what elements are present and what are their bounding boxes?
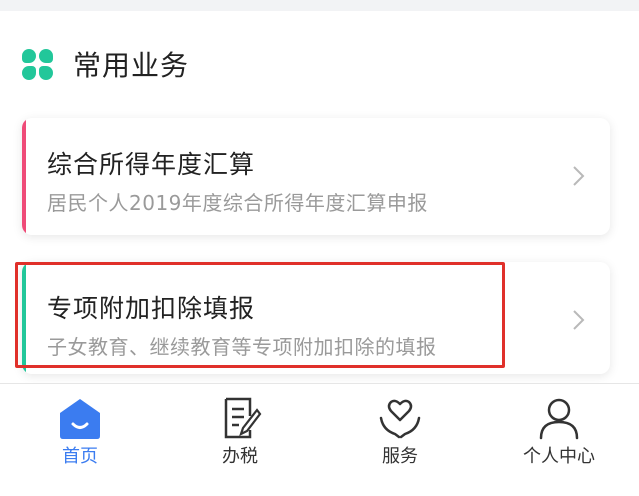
tab-services[interactable]: 服务 [320, 384, 480, 496]
app-screen: 常用业务 综合所得年度汇算 居民个人2019年度综合所得年度汇算申报 专项附加扣… [0, 0, 639, 496]
grid-icon [22, 48, 53, 80]
chevron-right-icon [573, 310, 585, 330]
tab-home[interactable]: 首页 [0, 384, 160, 496]
card-special-deduction[interactable]: 专项附加扣除填报 子女教育、继续教育等专项附加扣除的填报 [22, 262, 610, 374]
heart-hands-icon [379, 399, 421, 439]
card-annual-settlement[interactable]: 综合所得年度汇算 居民个人2019年度综合所得年度汇算申报 [22, 118, 610, 235]
tab-profile[interactable]: 个人中心 [479, 384, 639, 496]
card-title: 专项附加扣除填报 [47, 294, 256, 323]
card-accent-bar [22, 262, 26, 374]
section-title: 常用业务 [73, 49, 190, 82]
card-title: 综合所得年度汇算 [47, 150, 256, 179]
bottom-tab-bar: 首页 办税 服务 个人中心 [0, 383, 639, 496]
section-header: 常用业务 [22, 44, 189, 84]
home-icon [60, 399, 100, 439]
person-icon [539, 398, 579, 440]
document-edit-icon [224, 397, 262, 439]
tab-label: 个人中心 [523, 446, 595, 467]
tab-label: 办税 [222, 446, 258, 467]
chevron-right-icon [573, 166, 585, 186]
card-accent-bar [22, 118, 26, 235]
tab-label: 首页 [62, 446, 98, 467]
top-divider-strip [0, 0, 639, 11]
card-subtitle: 居民个人2019年度综合所得年度汇算申报 [47, 191, 428, 215]
card-subtitle: 子女教育、继续教育等专项附加扣除的填报 [47, 335, 437, 359]
tab-label: 服务 [382, 446, 418, 467]
tab-tax[interactable]: 办税 [160, 384, 320, 496]
